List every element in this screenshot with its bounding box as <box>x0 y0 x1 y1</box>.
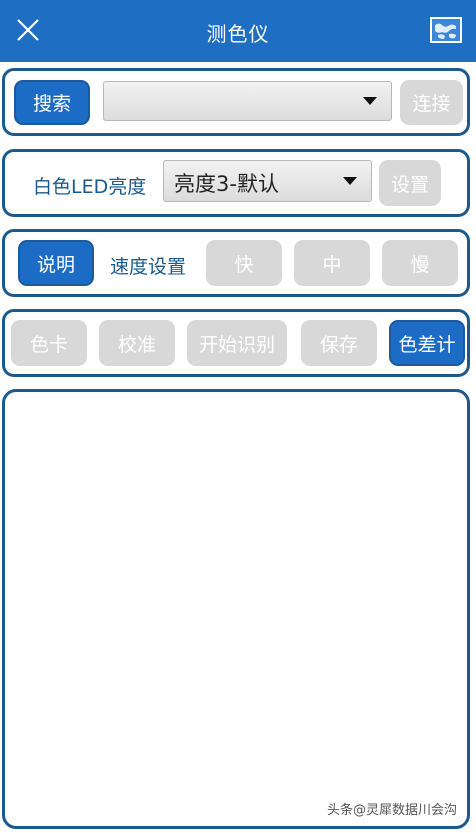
set-brightness-button[interactable]: 设置 <box>379 160 441 206</box>
start-recognition-button[interactable]: 开始识别 <box>187 320 287 366</box>
connect-panel: 搜索 连接 <box>2 68 470 136</box>
speed-slow-button[interactable]: 慢 <box>382 240 458 286</box>
speed-fast-button[interactable]: 快 <box>206 240 282 286</box>
chevron-down-icon <box>343 177 357 185</box>
speed-panel: 说明 速度设置 快 中 慢 <box>2 229 470 297</box>
search-button[interactable]: 搜索 <box>14 80 90 125</box>
device-select[interactable] <box>103 81 392 121</box>
action-panel: 色卡 校准 开始识别 保存 色差计 <box>2 309 470 377</box>
save-button[interactable]: 保存 <box>301 320 377 366</box>
app-header: 测色仪 <box>0 0 476 62</box>
help-button[interactable]: 说明 <box>18 240 94 286</box>
result-area: 头条@灵犀数据川会沟 <box>2 389 470 829</box>
watermark-text: 头条@灵犀数据川会沟 <box>326 803 457 818</box>
brightness-select-value: 亮度3-默认 <box>174 172 279 196</box>
chevron-down-icon <box>363 97 377 105</box>
speed-label: 速度设置 <box>110 256 187 278</box>
speed-medium-button[interactable]: 中 <box>294 240 370 286</box>
brightness-panel: 白色LED亮度 亮度3-默认 设置 <box>2 149 470 217</box>
map-icon[interactable] <box>430 16 462 44</box>
connect-button[interactable]: 连接 <box>400 80 463 125</box>
color-difference-button[interactable]: 色差计 <box>389 320 465 366</box>
page-title: 测色仪 <box>206 22 270 46</box>
color-card-button[interactable]: 色卡 <box>11 320 87 366</box>
calibrate-button[interactable]: 校准 <box>99 320 175 366</box>
brightness-select[interactable]: 亮度3-默认 <box>163 160 372 202</box>
brightness-label: 白色LED亮度 <box>33 176 147 198</box>
